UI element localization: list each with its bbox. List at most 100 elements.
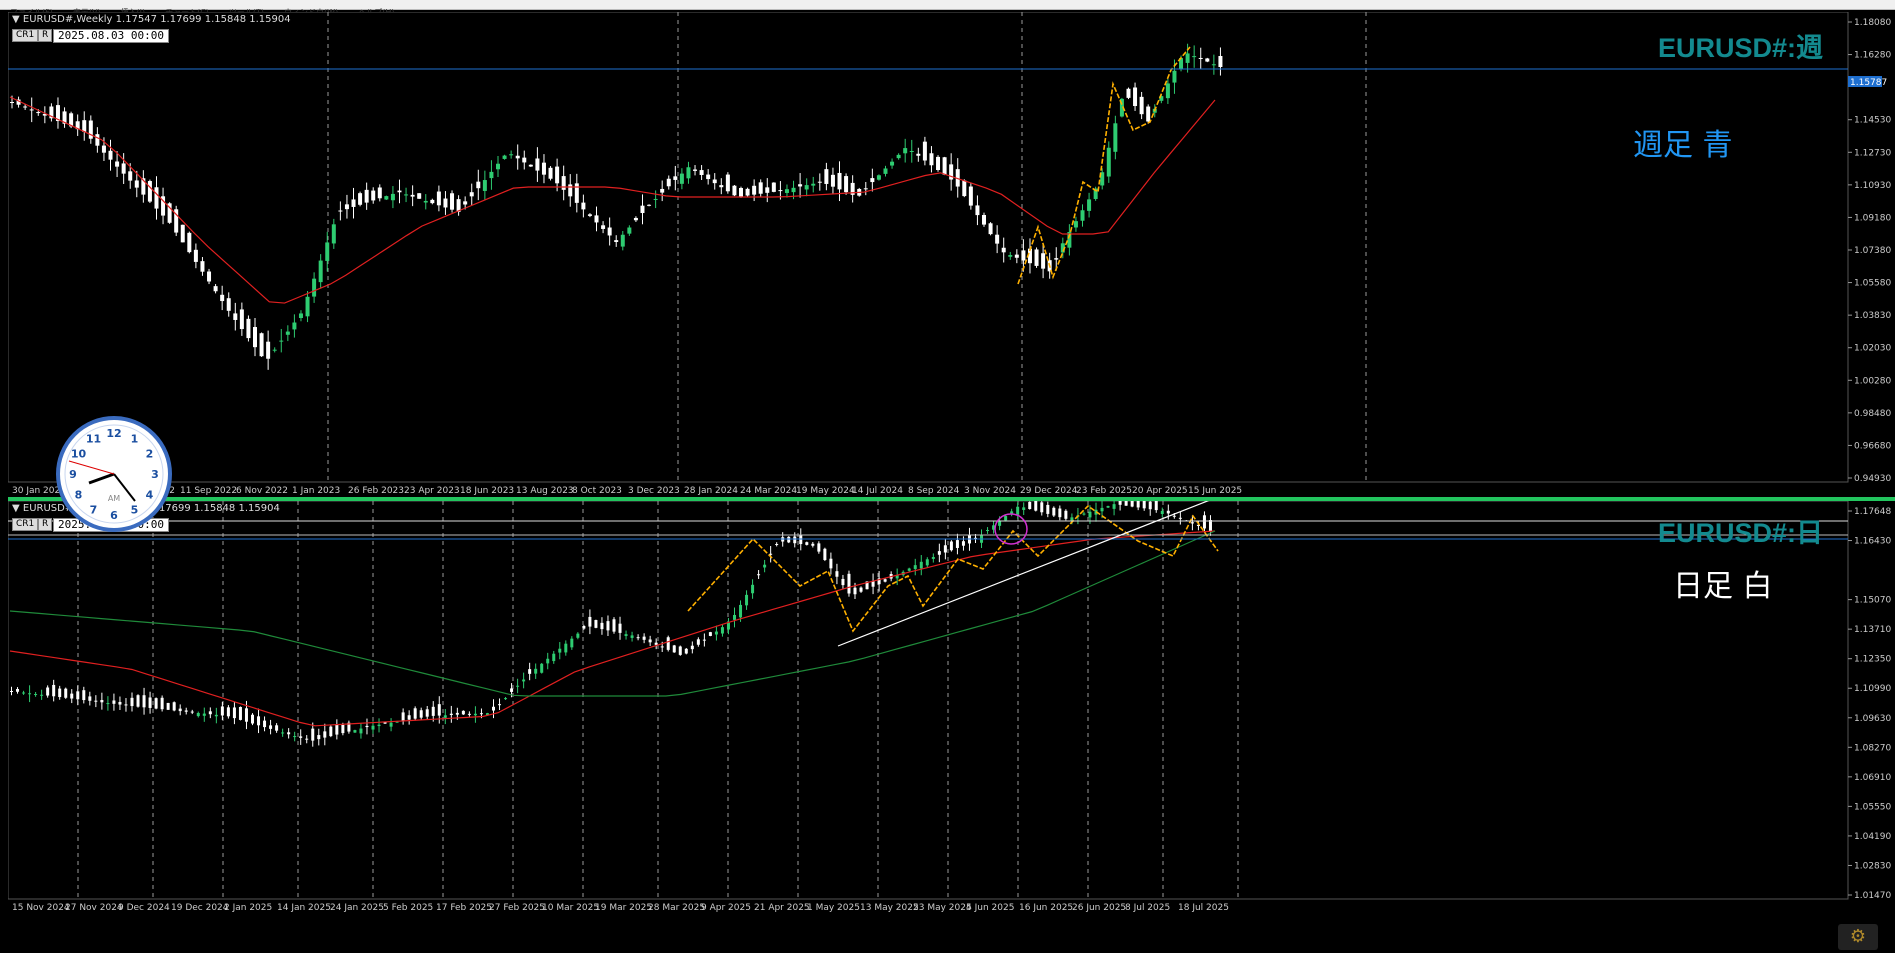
candle-body bbox=[70, 693, 74, 699]
candle-body bbox=[1205, 58, 1210, 62]
candle-body bbox=[647, 204, 652, 206]
candle-body bbox=[101, 145, 106, 153]
candle-body bbox=[23, 106, 28, 108]
candle-body bbox=[666, 637, 670, 650]
candle-body bbox=[830, 174, 835, 187]
candle-body bbox=[778, 190, 783, 192]
time-tick-label: 4 Jun 2025 bbox=[966, 903, 1014, 913]
candle-body bbox=[552, 653, 556, 662]
time-tick-label: 14 Jan 2025 bbox=[277, 903, 331, 913]
candle-body bbox=[1106, 147, 1111, 177]
candle-body bbox=[329, 726, 333, 737]
candle-body bbox=[654, 642, 658, 645]
candle-body bbox=[443, 198, 448, 208]
candle-body bbox=[733, 614, 736, 620]
clock-widget[interactable]: 12 12 3 45678 9 10 11 AM bbox=[55, 415, 173, 533]
candle-body bbox=[1100, 507, 1104, 512]
candle-body bbox=[528, 164, 533, 167]
candle-body bbox=[502, 155, 507, 159]
candle-body bbox=[903, 148, 908, 154]
time-tick-label: 18 Jun 2023 bbox=[460, 486, 514, 495]
clock-number: 2 bbox=[146, 448, 154, 461]
candle-body bbox=[407, 715, 411, 720]
candle-body bbox=[515, 155, 520, 159]
candle-body bbox=[180, 224, 185, 243]
price-tick-label: 1.13710 bbox=[1854, 625, 1891, 635]
cr1-button[interactable]: CR1 bbox=[12, 29, 39, 42]
candle-body bbox=[208, 711, 212, 715]
candle-body bbox=[1190, 522, 1194, 524]
candle-body bbox=[679, 173, 684, 184]
cr1-button[interactable]: CR1 bbox=[12, 518, 39, 531]
candle-body bbox=[275, 725, 279, 731]
candle-body bbox=[853, 587, 857, 595]
candle-body bbox=[449, 713, 453, 715]
candle-body bbox=[318, 260, 323, 283]
weekly-chart-canvas[interactable]: 1.18080 1.16280 1.14530 1.12730 1.10930 1.091… bbox=[8, 12, 1895, 495]
candle-body bbox=[436, 191, 441, 206]
candle-body bbox=[371, 190, 376, 201]
candle-body bbox=[359, 728, 363, 734]
candle-body bbox=[115, 161, 120, 167]
r-button[interactable]: R bbox=[38, 29, 53, 42]
daily-chart-canvas[interactable]: 1.17648 1.16430 1.15070 1.13710 1.12350 1.109… bbox=[8, 501, 1895, 953]
candle-body bbox=[1165, 83, 1170, 99]
candle-body bbox=[293, 736, 297, 738]
candle-body bbox=[751, 584, 755, 594]
candle-body bbox=[371, 725, 375, 730]
candle-body bbox=[1139, 96, 1144, 115]
candle-body bbox=[1040, 502, 1044, 513]
candle-body bbox=[29, 109, 34, 111]
candle-body bbox=[504, 698, 508, 700]
time-tick-label: 23 May 2025 bbox=[913, 903, 972, 913]
candle-body bbox=[269, 725, 273, 729]
candle-body bbox=[510, 688, 514, 692]
candle-body bbox=[238, 706, 242, 720]
candle-body bbox=[745, 188, 750, 196]
candle-body bbox=[34, 694, 38, 696]
candle-body bbox=[184, 710, 188, 712]
candle-body bbox=[712, 179, 717, 184]
weekly-chart-pane[interactable]: 1.18080 1.16280 1.14530 1.12730 1.10930 1.091… bbox=[8, 12, 1895, 495]
moving-average-line bbox=[9, 96, 1216, 304]
candle-body bbox=[618, 623, 622, 633]
candle-body bbox=[636, 637, 640, 639]
daily-chart-pane[interactable]: 1.17648 1.16430 1.15070 1.13710 1.12350 1.109… bbox=[8, 497, 1895, 953]
time-tick-label: 13 May 2025 bbox=[860, 903, 919, 913]
candle-body bbox=[311, 728, 315, 741]
candle-body bbox=[847, 573, 851, 594]
price-tick-label: 1.05550 bbox=[1854, 802, 1891, 812]
candle-body bbox=[541, 162, 546, 175]
candle-body bbox=[1154, 501, 1158, 511]
candle-body bbox=[1028, 501, 1032, 510]
time-tick-label: 8 Sep 2024 bbox=[908, 486, 960, 495]
candle-body bbox=[1208, 520, 1212, 531]
time-tick-label: 2 Jan 2025 bbox=[224, 903, 272, 913]
candle-body bbox=[594, 215, 599, 223]
candle-body bbox=[509, 154, 514, 156]
candle-body bbox=[1106, 506, 1110, 508]
time-tick-label: 23 Apr 2023 bbox=[404, 486, 460, 495]
r-button[interactable]: R bbox=[38, 518, 53, 531]
candle-body bbox=[1016, 506, 1020, 515]
candle-body bbox=[251, 714, 254, 724]
candle-body bbox=[561, 176, 566, 190]
candle-body bbox=[479, 713, 483, 715]
candle-body bbox=[1073, 221, 1078, 228]
candle-body bbox=[52, 684, 56, 697]
candle-body bbox=[1022, 507, 1026, 510]
candle-body bbox=[455, 712, 459, 715]
clock-number: 5 bbox=[131, 504, 139, 517]
candle-body bbox=[298, 313, 303, 319]
candle-body bbox=[450, 193, 455, 210]
candle-body bbox=[377, 724, 381, 727]
date-input[interactable]: 2025.08.03 00:00 bbox=[53, 29, 169, 43]
daily-note-label: 日足 白 bbox=[1673, 569, 1773, 604]
candle-body bbox=[968, 186, 973, 206]
time-tick-label: 6 Nov 2022 bbox=[236, 486, 288, 495]
candle-body bbox=[22, 692, 26, 694]
time-tick-label: 10 Mar 2025 bbox=[542, 903, 599, 913]
candle-body bbox=[982, 215, 986, 225]
candle-body bbox=[10, 102, 14, 103]
candle-body bbox=[100, 700, 104, 703]
